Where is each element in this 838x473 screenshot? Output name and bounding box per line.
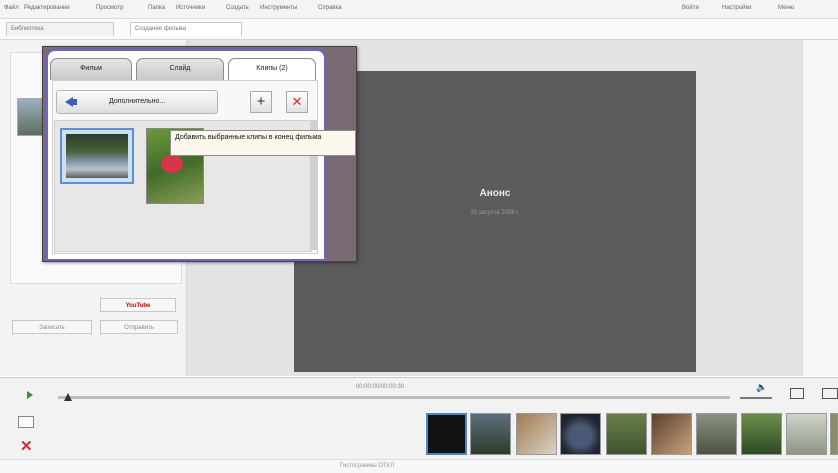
river-image xyxy=(66,134,128,178)
tooltip: Добавить выбранные клипы в конец фильма xyxy=(170,130,356,156)
storyboard-frame[interactable] xyxy=(651,413,692,455)
menu-view[interactable]: Просмотр xyxy=(96,5,123,11)
play-icon[interactable] xyxy=(27,391,33,399)
tab-movie[interactable]: Фильм xyxy=(50,58,132,80)
storyboard-frame[interactable] xyxy=(470,413,511,455)
menu-edit[interactable]: Редактирование xyxy=(24,5,70,11)
tab-slide[interactable]: Слайд xyxy=(136,58,224,80)
send-button[interactable]: Отправить xyxy=(100,320,178,334)
menu-tools[interactable]: Инструменты xyxy=(260,5,297,11)
add-icon: + xyxy=(256,93,266,110)
fullscreen-icon[interactable] xyxy=(790,388,804,399)
menu-help[interactable]: Справка xyxy=(318,5,342,11)
back-arrow-tail xyxy=(71,99,77,105)
remove-icon: ✕ xyxy=(291,94,303,109)
storyboard-icon[interactable] xyxy=(18,416,34,428)
seek-handle[interactable] xyxy=(64,393,72,401)
storyboard-frame[interactable] xyxy=(426,413,467,455)
time-label: 00:00:00/00:00:30 xyxy=(355,384,405,390)
remove-clip-button[interactable]: ✕ xyxy=(286,91,308,113)
menu-folder[interactable]: Папка xyxy=(148,5,165,11)
seek-bar[interactable] xyxy=(58,396,730,399)
storyboard-frame[interactable] xyxy=(830,413,838,455)
clip-thumbnail-river[interactable] xyxy=(60,128,134,184)
volume-icon[interactable]: 🔈 xyxy=(756,382,767,393)
more-button[interactable]: Дополнительно... xyxy=(56,90,218,114)
tab-bar: Библиотека Создание фильма xyxy=(0,19,838,40)
status-bar: Гистограммы ОТКЛ xyxy=(0,459,838,473)
record-button[interactable]: Записать xyxy=(12,320,92,334)
menu-sources[interactable]: Источники xyxy=(176,5,205,11)
menu-sign-in[interactable]: Войти xyxy=(682,5,699,11)
storyboard-frame[interactable] xyxy=(516,413,557,455)
storyboard-frame[interactable] xyxy=(741,413,782,455)
left-thumbnail[interactable] xyxy=(17,98,45,136)
more-button-label: Дополнительно... xyxy=(109,98,166,105)
storyboard-frame[interactable] xyxy=(786,413,827,455)
flower-image xyxy=(161,155,183,173)
add-clip-button[interactable]: + xyxy=(250,91,272,113)
youtube-button[interactable]: YouTube xyxy=(100,298,176,312)
tab-clips[interactable]: Клипы (2) xyxy=(228,58,316,80)
volume-slider[interactable] xyxy=(740,397,772,399)
storyboard-frame[interactable] xyxy=(560,413,601,455)
menu-create[interactable]: Создать xyxy=(226,5,249,11)
menu-settings[interactable]: Настройки xyxy=(722,5,751,11)
menu-more[interactable]: Меню xyxy=(778,5,794,11)
tab-library[interactable]: Библиотека xyxy=(6,22,114,36)
menu-bar: Файл Редактирование Просмотр Папка Источ… xyxy=(0,0,838,19)
storyboard-frame[interactable] xyxy=(606,413,647,455)
split-icon[interactable] xyxy=(822,388,838,399)
menu-file[interactable]: Файл xyxy=(4,5,19,11)
delete-icon[interactable]: ✕ xyxy=(20,437,33,455)
storyboard-frame[interactable] xyxy=(696,413,737,455)
tab-create-movie[interactable]: Создание фильма xyxy=(130,22,242,36)
right-panel xyxy=(802,40,838,376)
status-text: Гистограммы ОТКЛ xyxy=(340,463,395,469)
